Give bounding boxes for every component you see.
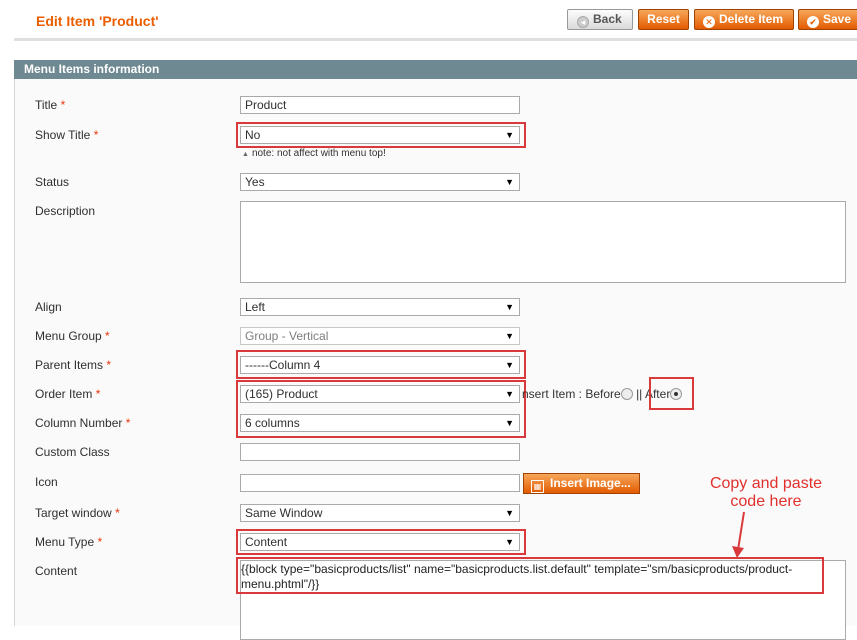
dropdown-arrow-icon: ▼ bbox=[505, 331, 514, 341]
menu-type-value: Content bbox=[245, 535, 288, 549]
show-title-label: Show Title * bbox=[35, 128, 99, 142]
delete-item-button[interactable]: ✕ Delete Item bbox=[694, 9, 794, 30]
icon-label: Icon bbox=[35, 475, 58, 489]
dropdown-arrow-icon: ▼ bbox=[505, 130, 514, 140]
dropdown-arrow-icon: ▼ bbox=[505, 508, 514, 518]
menu-group-label: Menu Group * bbox=[35, 329, 110, 343]
custom-class-input[interactable] bbox=[240, 443, 520, 461]
insert-image-button[interactable]: ▦ Insert Image... bbox=[523, 473, 640, 494]
before-radio[interactable] bbox=[620, 388, 633, 400]
dropdown-arrow-icon: ▼ bbox=[505, 360, 514, 370]
menu-group-value: Group - Vertical bbox=[245, 329, 329, 343]
dropdown-arrow-icon: ▼ bbox=[505, 177, 514, 187]
align-label: Align bbox=[35, 300, 62, 314]
target-window-select[interactable]: Same Window ▼ bbox=[240, 504, 520, 522]
insert-image-label: Insert Image... bbox=[550, 476, 631, 490]
insert-item-label: nsert Item : Before bbox=[522, 387, 621, 401]
parent-items-value: ------Column 4 bbox=[245, 358, 321, 372]
callout-arrow-icon bbox=[732, 511, 745, 558]
content-label: Content bbox=[35, 564, 78, 578]
header-divider bbox=[14, 38, 857, 41]
order-item-label: Order Item * bbox=[35, 387, 101, 401]
page-title: Edit Item 'Product' bbox=[36, 13, 159, 29]
save-button[interactable]: ✔ Save bbox=[798, 9, 857, 30]
save-button-label: Save bbox=[823, 12, 852, 26]
title-input[interactable]: Product bbox=[240, 96, 520, 114]
order-item-value: (165) Product bbox=[245, 387, 318, 401]
reset-button[interactable]: Reset bbox=[638, 9, 689, 30]
content-code-text: {{block type="basicproducts/list" name="… bbox=[241, 562, 793, 591]
target-window-label: Target window * bbox=[35, 506, 120, 520]
back-button[interactable]: ◂ Back bbox=[567, 9, 633, 30]
annotation-callout: Copy and paste code here bbox=[709, 475, 823, 510]
show-title-note: ▲ note: not affect with menu top! bbox=[242, 148, 386, 159]
menu-type-select[interactable]: Content ▼ bbox=[240, 533, 520, 551]
show-title-value: No bbox=[245, 128, 261, 142]
back-arrow-icon: ◂ bbox=[577, 16, 589, 28]
section-header: Menu Items information bbox=[14, 60, 857, 79]
column-number-label: Column Number * bbox=[35, 416, 131, 430]
show-title-select[interactable]: No ▼ bbox=[240, 126, 520, 144]
status-select[interactable]: Yes ▼ bbox=[240, 173, 520, 191]
delete-icon: ✕ bbox=[703, 16, 715, 28]
dropdown-arrow-icon: ▼ bbox=[505, 418, 514, 428]
status-value: Yes bbox=[245, 175, 265, 189]
menu-group-select: Group - Vertical ▼ bbox=[240, 327, 520, 345]
target-window-value: Same Window bbox=[245, 506, 323, 520]
dropdown-arrow-icon: ▼ bbox=[505, 537, 514, 547]
align-select[interactable]: Left ▼ bbox=[240, 298, 520, 316]
delete-button-label: Delete Item bbox=[719, 12, 784, 26]
align-value: Left bbox=[245, 300, 266, 314]
insert-separator: || bbox=[636, 387, 643, 401]
triangle-up-icon: ▲ bbox=[242, 151, 249, 158]
dropdown-arrow-icon: ▼ bbox=[505, 389, 514, 399]
icon-input[interactable] bbox=[240, 474, 520, 492]
image-icon: ▦ bbox=[531, 480, 544, 493]
description-label: Description bbox=[35, 204, 96, 218]
checkmark-icon: ✔ bbox=[807, 16, 819, 28]
column-number-select[interactable]: 6 columns ▼ bbox=[240, 414, 520, 432]
custom-class-label: Custom Class bbox=[35, 445, 110, 459]
description-textarea[interactable] bbox=[240, 201, 846, 283]
order-item-select[interactable]: (165) Product ▼ bbox=[240, 385, 520, 403]
title-label: Title * bbox=[35, 98, 66, 112]
after-radio-highlight bbox=[649, 377, 694, 410]
parent-items-label: Parent Items * bbox=[35, 358, 112, 372]
column-number-value: 6 columns bbox=[245, 416, 300, 430]
back-button-label: Back bbox=[593, 12, 622, 26]
status-label: Status bbox=[35, 175, 70, 189]
menu-type-label: Menu Type * bbox=[35, 535, 103, 549]
dropdown-arrow-icon: ▼ bbox=[505, 302, 514, 312]
parent-items-select[interactable]: ------Column 4 ▼ bbox=[240, 356, 520, 374]
